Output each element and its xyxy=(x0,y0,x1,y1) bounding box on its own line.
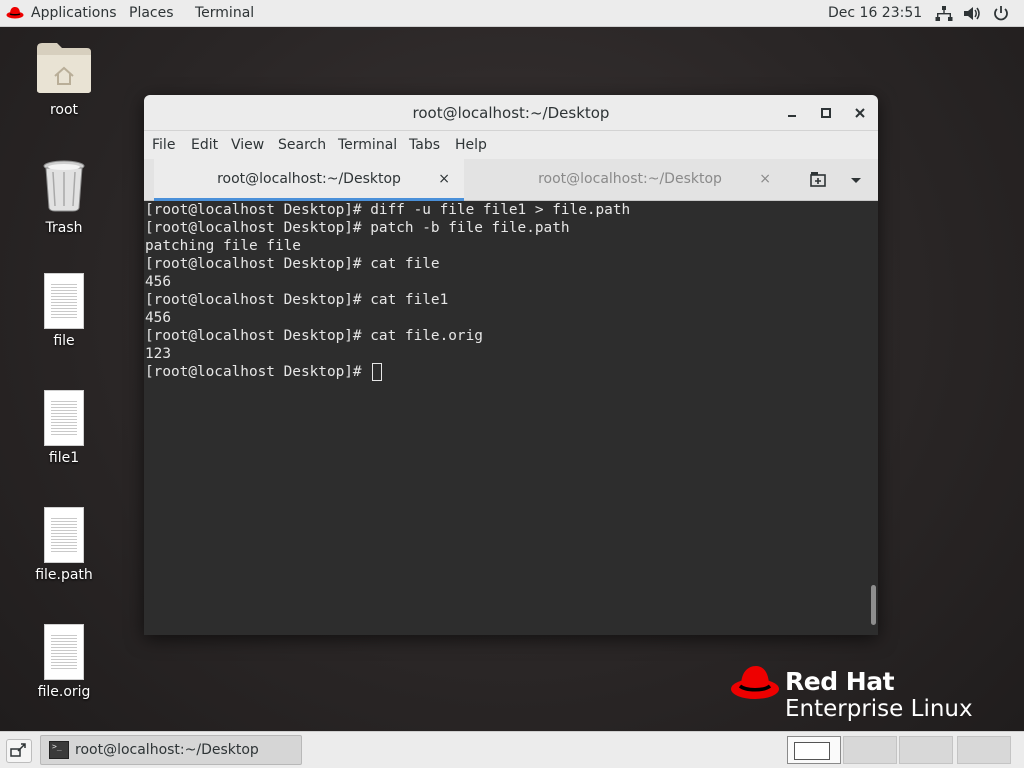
terminal-line: patching file file xyxy=(145,238,301,254)
terminal-line: [root@localhost Desktop]# diff -u file f… xyxy=(145,202,631,218)
taskbar-item-terminal[interactable]: >_ root@localhost:~/Desktop xyxy=(40,735,302,765)
new-tab-icon[interactable] xyxy=(808,170,828,190)
terminal-app-menu[interactable]: Terminal xyxy=(195,0,254,27)
workspace-4[interactable] xyxy=(957,736,1011,764)
minimize-icon[interactable] xyxy=(782,103,802,123)
terminal-output[interactable]: [root@localhost Desktop]# diff -u file f… xyxy=(144,201,878,635)
desktop-icon-file[interactable]: file xyxy=(9,273,119,349)
terminal-line: 123 xyxy=(145,346,171,362)
window-title: root@localhost:~/Desktop xyxy=(412,104,610,122)
terminal-line: [root@localhost Desktop]# patch -b file … xyxy=(145,220,570,236)
menu-search[interactable]: Search xyxy=(278,131,326,159)
redhat-logo-icon xyxy=(731,666,779,699)
desktop-icon-root[interactable]: root xyxy=(9,40,119,118)
desktop-icon-file-orig[interactable]: file.orig xyxy=(9,624,119,700)
tab-label: root@localhost:~/Desktop xyxy=(217,171,401,187)
workspace-1[interactable] xyxy=(787,736,841,764)
desktop-icon-file-path[interactable]: file.path xyxy=(9,507,119,583)
menu-bar: File Edit View Search Terminal Tabs Help xyxy=(144,131,878,159)
terminal-prompt-line: [root@localhost Desktop]# xyxy=(145,363,878,381)
tab-2[interactable]: root@localhost:~/Desktop × xyxy=(475,159,785,201)
clock[interactable]: Dec 16 23:51 xyxy=(828,0,922,27)
menu-file[interactable]: File xyxy=(152,131,175,159)
terminal-line: 456 xyxy=(145,274,171,290)
workspace-window-preview xyxy=(794,742,830,760)
document-icon xyxy=(44,273,84,329)
network-icon[interactable] xyxy=(935,5,953,22)
document-icon xyxy=(44,390,84,446)
desktop-icon-file1[interactable]: file1 xyxy=(9,390,119,466)
bottom-panel: >_ root@localhost:~/Desktop xyxy=(0,731,1024,768)
volume-icon[interactable] xyxy=(963,5,981,22)
terminal-cursor xyxy=(372,363,383,381)
menu-view[interactable]: View xyxy=(231,131,264,159)
menu-help[interactable]: Help xyxy=(455,131,487,159)
terminal-line: [root@localhost Desktop]# cat file1 xyxy=(145,292,449,308)
terminal-scrollbar[interactable] xyxy=(871,585,876,625)
desktop-icon-label: file1 xyxy=(48,450,80,466)
tab-close-icon[interactable]: × xyxy=(438,159,450,199)
home-folder-icon xyxy=(37,43,91,93)
maximize-icon[interactable] xyxy=(816,103,836,123)
redhat-logo-icon xyxy=(6,7,24,19)
desktop-icon-label: file.orig xyxy=(37,684,91,700)
brand-line-1: Red Hat xyxy=(785,667,895,696)
terminal-window: root@localhost:~/Desktop File Edit View … xyxy=(144,95,878,635)
show-desktop-button[interactable] xyxy=(6,739,32,763)
desktop-icon-trash[interactable]: Trash xyxy=(9,158,119,236)
power-icon[interactable] xyxy=(992,5,1010,22)
window-titlebar[interactable]: root@localhost:~/Desktop xyxy=(144,95,878,131)
desktop-icon-label: file xyxy=(53,333,75,349)
places-menu[interactable]: Places xyxy=(129,0,174,27)
workspace-2[interactable] xyxy=(843,736,897,764)
tab-label: root@localhost:~/Desktop xyxy=(538,171,722,187)
close-icon[interactable] xyxy=(850,103,870,123)
desktop-icon-label: root xyxy=(49,102,79,118)
tab-bar: root@localhost:~/Desktop × root@localhos… xyxy=(144,159,878,201)
show-desktop-icon xyxy=(10,743,26,757)
redhat-brand: Red Hat Enterprise Linux xyxy=(730,662,990,724)
menu-terminal[interactable]: Terminal xyxy=(338,131,397,159)
desktop-icon-label: file.path xyxy=(35,567,93,583)
terminal-prompt: [root@localhost Desktop]# xyxy=(145,364,371,380)
taskbar-item-label: root@localhost:~/Desktop xyxy=(75,742,259,758)
document-icon xyxy=(44,624,84,680)
terminal-line: [root@localhost Desktop]# cat file xyxy=(145,256,440,272)
terminal-line: [root@localhost Desktop]# cat file.orig xyxy=(145,328,483,344)
menu-edit[interactable]: Edit xyxy=(191,131,218,159)
tab-1[interactable]: root@localhost:~/Desktop × xyxy=(154,159,464,201)
document-icon xyxy=(44,507,84,563)
applications-menu[interactable]: Applications xyxy=(31,0,117,27)
workspace-3[interactable] xyxy=(899,736,953,764)
terminal-line: 456 xyxy=(145,310,171,326)
menu-tabs[interactable]: Tabs xyxy=(409,131,440,159)
terminal-icon: >_ xyxy=(49,741,69,759)
tab-close-icon[interactable]: × xyxy=(759,159,771,199)
tab-list-chevron-down-icon[interactable] xyxy=(848,173,864,187)
desktop-icon-label: Trash xyxy=(45,220,83,236)
trash-icon xyxy=(43,160,85,212)
brand-line-2: Enterprise Linux xyxy=(785,696,973,722)
top-bar: Applications Places Terminal Dec 16 23:5… xyxy=(0,0,1024,27)
